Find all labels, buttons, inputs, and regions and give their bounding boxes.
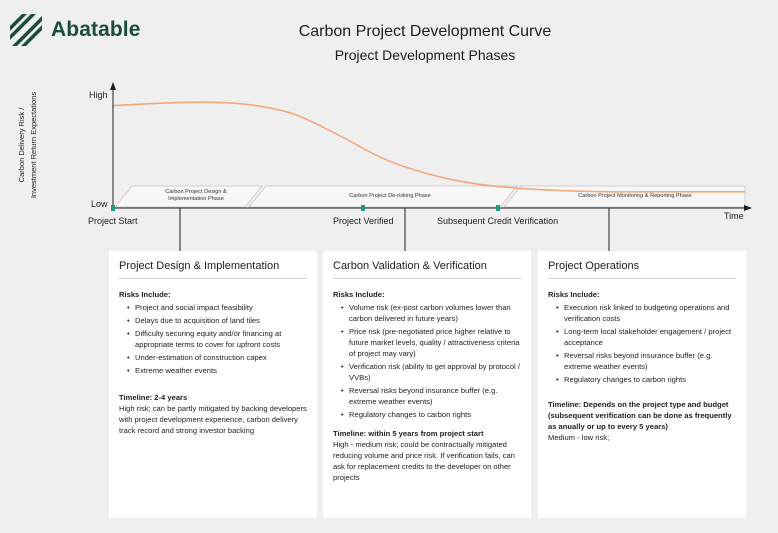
panel-heading: Carbon Validation & Verification <box>333 260 521 279</box>
timeline-title: Timeline: 2-4 years <box>119 393 188 402</box>
panel-design-implementation: Project Design & Implementation Risks In… <box>109 251 317 518</box>
risk-item: Difficulty securing equity and/or financ… <box>127 328 307 350</box>
panel-heading: Project Design & Implementation <box>119 260 307 279</box>
phase-label-line: Carbon Project Design & <box>165 189 227 195</box>
x-end-label: Time <box>724 211 744 221</box>
risk-list: Project and social impact feasibility De… <box>119 302 307 376</box>
risk-list: Execution risk linked to budgeting opera… <box>548 302 736 385</box>
phase-label-line: Implementation Phase <box>168 196 224 202</box>
risks-title: Risks Include: <box>333 290 385 299</box>
timeline-title: Timeline: Depends on the project type an… <box>548 400 732 431</box>
phase-label-line: Carbon Project Monitoring & Reporting Ph… <box>578 193 692 199</box>
timeline-description: High - medium risk; could be contractual… <box>333 440 515 482</box>
panel-validation-verification: Carbon Validation & Verification Risks I… <box>323 251 531 518</box>
risk-item: Under-estimation of construction capex <box>127 352 307 363</box>
timeline-description: Medium - low risk; <box>548 433 610 442</box>
phase-label-derisking: Carbon Project De-risking Phase <box>300 193 480 200</box>
risk-list: Volume risk (ex-post carbon volumes lowe… <box>333 302 521 420</box>
risk-item: Reversal risks beyond insurance buffer (… <box>341 385 521 407</box>
risk-item: Verification risk (ability to get approv… <box>341 361 521 383</box>
milestone-marker-project-start <box>111 205 115 211</box>
y-high-label: High <box>89 90 108 100</box>
y-low-label: Low <box>91 199 108 209</box>
risk-item: Extreme weather events <box>127 365 307 376</box>
milestone-label-project-start: Project Start <box>88 216 138 226</box>
risk-item: Regulatory changes to carbon rights <box>341 409 521 420</box>
risk-curve <box>112 101 745 193</box>
milestone-marker-credit-verification <box>496 205 500 211</box>
risk-item: Reversal risks beyond insurance buffer (… <box>556 350 736 372</box>
panel-heading: Project Operations <box>548 260 736 279</box>
risk-item: Volume risk (ex-post carbon volumes lowe… <box>341 302 521 324</box>
panel-project-operations: Project Operations Risks Include: Execut… <box>538 251 746 518</box>
risk-item: Price risk (pre-negotiated price higher … <box>341 326 521 359</box>
risk-item: Execution risk linked to budgeting opera… <box>556 302 736 324</box>
milestone-marker-project-verified <box>361 205 365 211</box>
risks-title: Risks Include: <box>548 290 600 299</box>
risk-item: Long-term local stakeholder engagement /… <box>556 326 736 348</box>
phase-label-monitoring: Carbon Project Monitoring & Reporting Ph… <box>540 193 730 200</box>
milestone-label-project-verified: Project Verified <box>333 216 394 226</box>
y-axis-arrow <box>110 82 116 90</box>
risk-item: Delays due to acquisition of land tiles <box>127 315 307 326</box>
risk-item: Regulatory changes to carbon rights <box>556 374 736 385</box>
timeline-description: High risk; can be partly mitigated by ba… <box>119 404 307 435</box>
x-axis-arrow <box>744 205 752 211</box>
phase-label-design: Carbon Project Design & Implementation P… <box>140 189 252 203</box>
phase-label-line: Carbon Project De-risking Phase <box>349 193 431 199</box>
risk-item: Project and social impact feasibility <box>127 302 307 313</box>
timeline-title: Timeline: within 5 years from project st… <box>333 429 484 438</box>
risks-title: Risks Include: <box>119 290 171 299</box>
milestone-label-credit-verification: Subsequent Credit Verification <box>437 216 559 226</box>
